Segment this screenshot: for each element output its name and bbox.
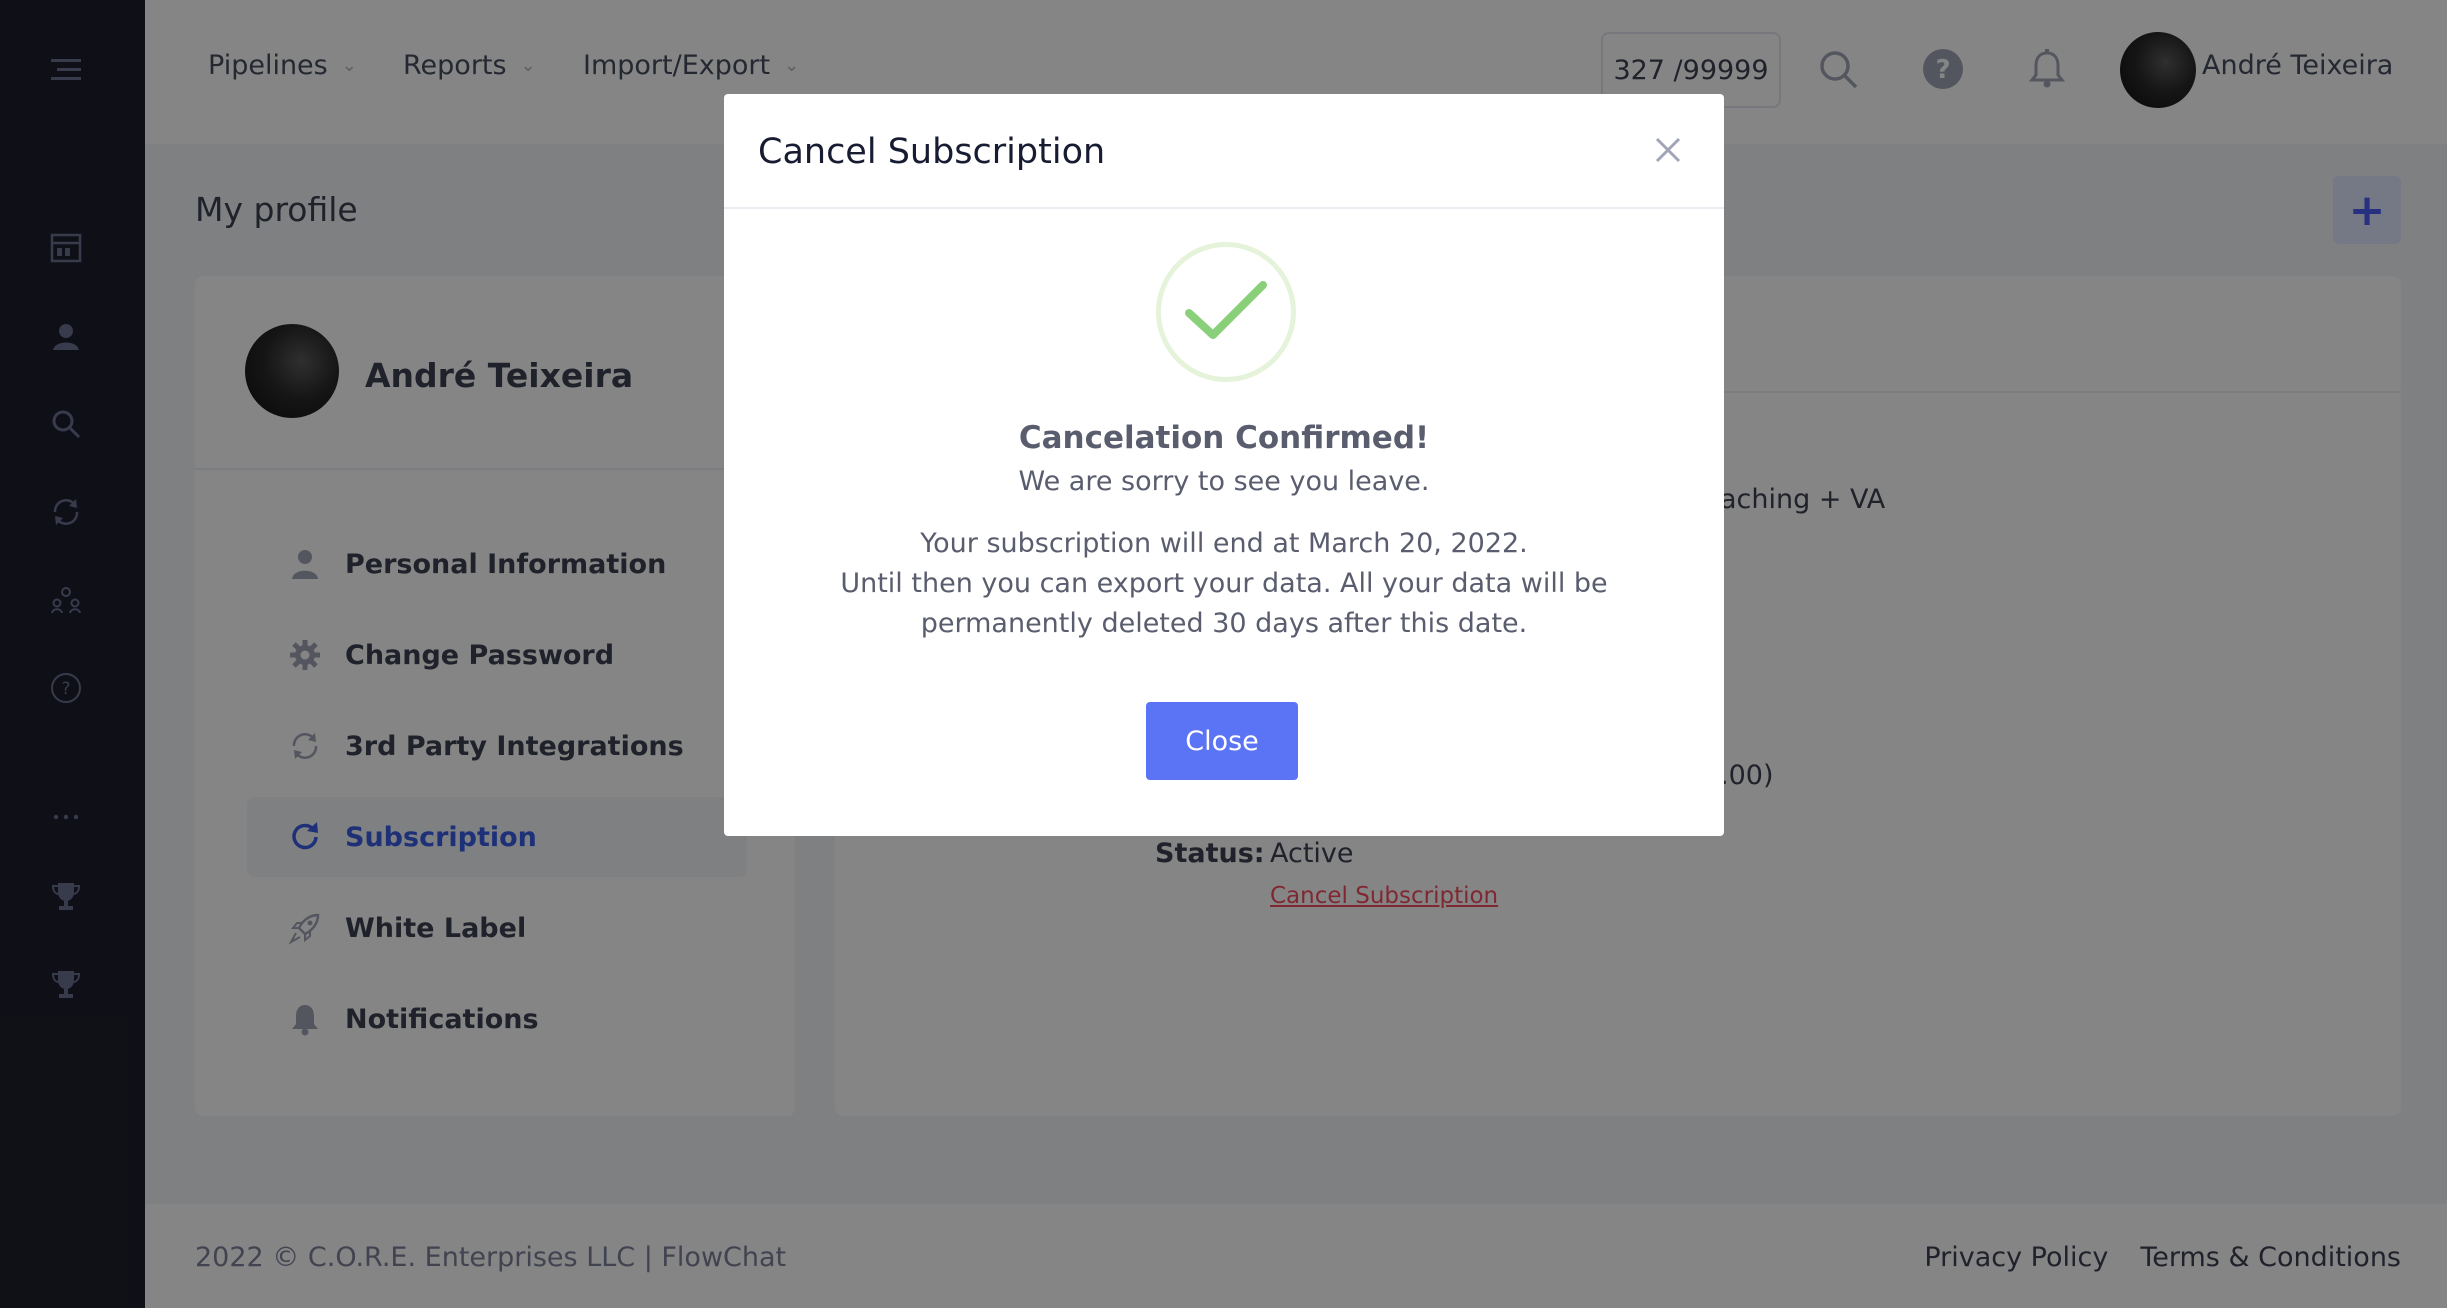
body-line: Your subscription will end at March 20, … — [920, 528, 1528, 559]
close-button[interactable]: Close — [1146, 702, 1298, 780]
confirmation-body: Your subscription will end at March 20, … — [824, 524, 1624, 644]
close-icon[interactable] — [1648, 130, 1688, 170]
cancel-subscription-modal: Cancel Subscription Cancelation Confirme… — [724, 94, 1724, 836]
modal-title: Cancel Subscription — [758, 132, 1106, 172]
body-line: Until then you can export your data. All… — [840, 568, 1608, 599]
confirmation-title: Cancelation Confirmed! — [1018, 420, 1430, 456]
confirmation-subtitle: We are sorry to see you leave. — [1018, 466, 1430, 497]
modal-header: Cancel Subscription — [724, 94, 1724, 209]
body-line: permanently deleted 30 days after this d… — [920, 608, 1528, 639]
success-check-icon — [1156, 242, 1296, 382]
